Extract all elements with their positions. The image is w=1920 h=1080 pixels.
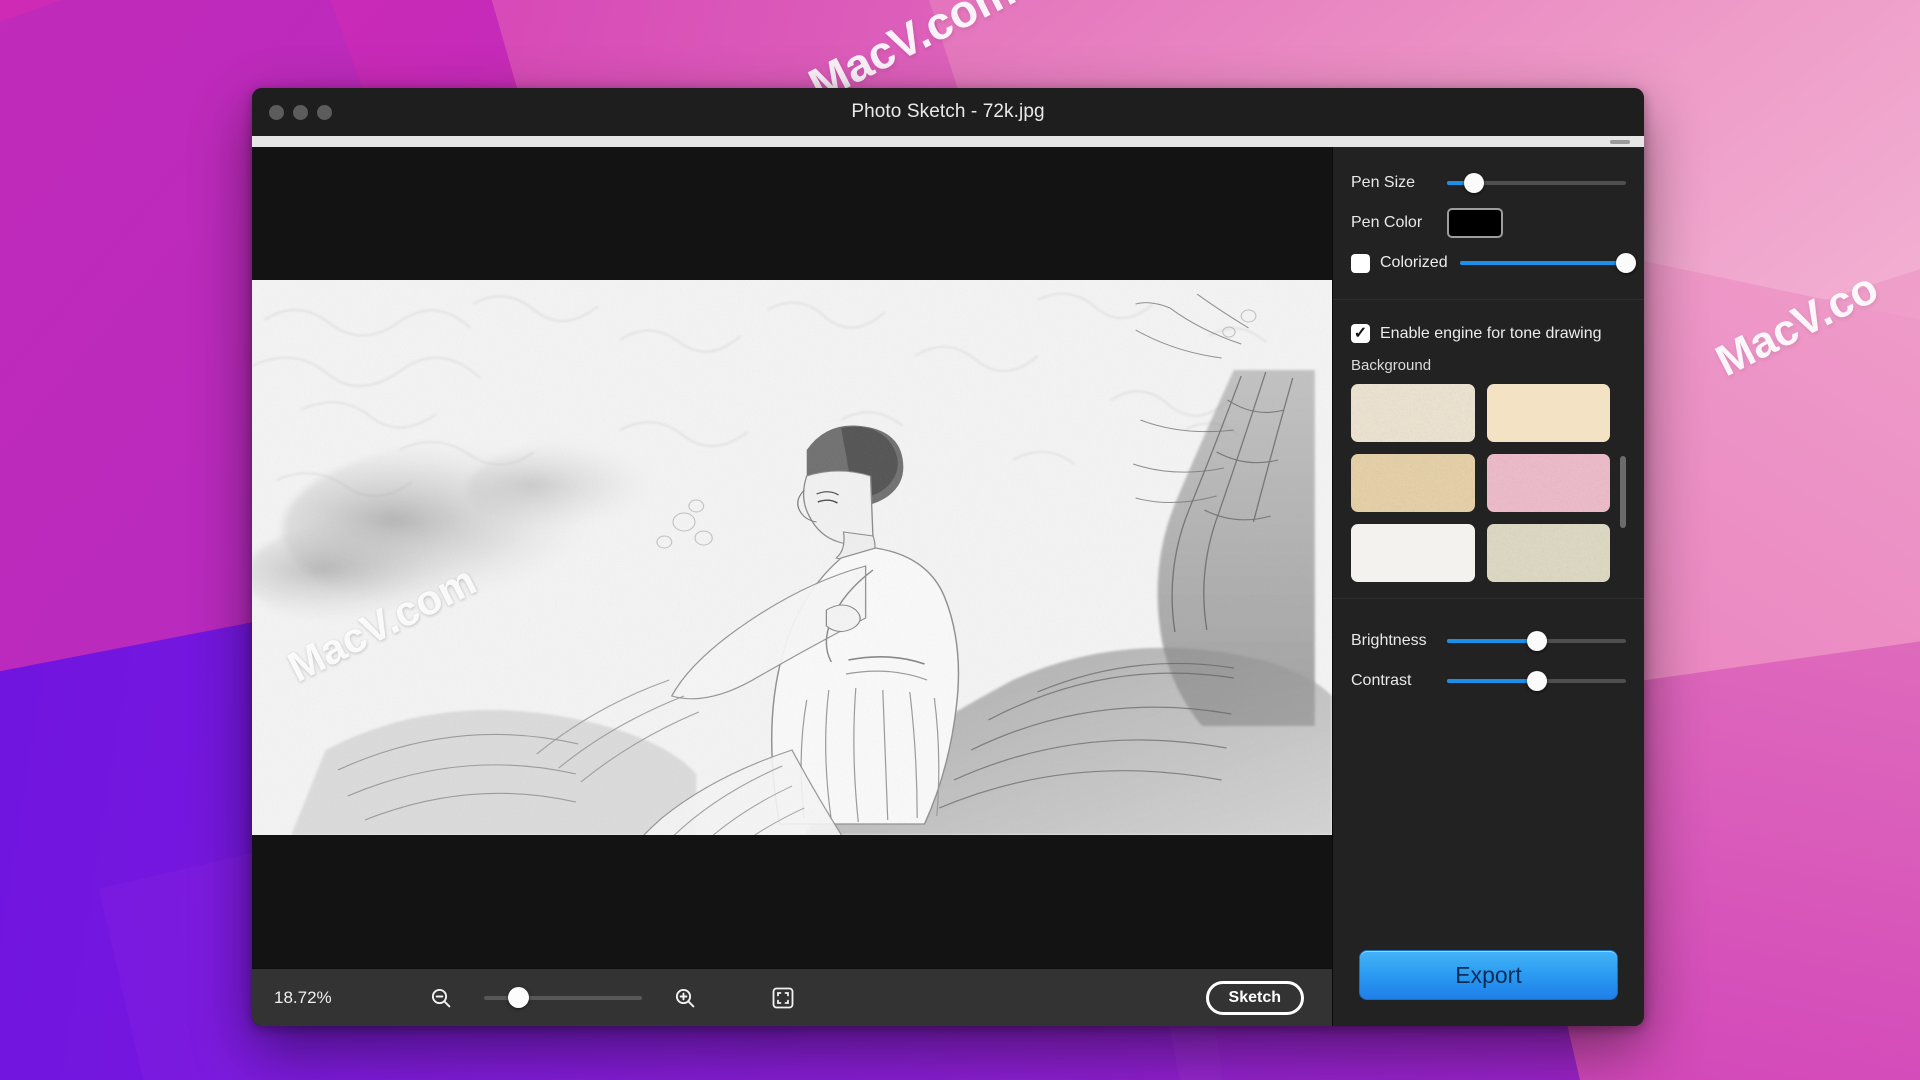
texture-overlay — [1486, 454, 1610, 512]
tone-background-section: ✓ Enable engine for tone drawing Backgro… — [1333, 300, 1644, 598]
canvas-area[interactable] — [252, 147, 1332, 968]
brightness-slider[interactable] — [1447, 630, 1626, 652]
zoom-slider[interactable] — [484, 987, 642, 1009]
brightness-row: Brightness — [1351, 621, 1626, 661]
pen-controls-section: Pen Size Pen Color ✓ — [1333, 147, 1644, 299]
colorized-checkbox[interactable]: ✓ — [1351, 253, 1370, 273]
sketch-toggle-button[interactable]: Sketch — [1205, 980, 1304, 1015]
background-swatch-paper-sage-grain[interactable] — [1486, 524, 1610, 582]
texture-overlay — [1351, 384, 1475, 442]
check-icon: ✓ — [1353, 324, 1368, 342]
tone-engine-row: ✓ Enable engine for tone drawing — [1351, 324, 1626, 343]
tone-engine-label: Enable engine for tone drawing — [1380, 324, 1602, 342]
pen-size-row: Pen Size — [1351, 163, 1626, 203]
adjustments-section: Brightness Contrast — [1333, 599, 1644, 717]
close-button[interactable] — [269, 104, 284, 120]
zoom-out-icon[interactable] — [426, 983, 456, 1013]
brightness-fill — [1447, 639, 1537, 643]
sketch-illustration — [252, 280, 1332, 835]
contrast-slider[interactable] — [1447, 670, 1626, 692]
title-bar: Photo Sketch - 72k.jpg — [252, 88, 1644, 136]
contrast-label: Contrast — [1351, 672, 1412, 689]
traffic-light-group — [252, 104, 332, 120]
minimize-button[interactable] — [293, 104, 308, 120]
export-section: Export — [1333, 926, 1644, 1026]
colorized-slider[interactable] — [1459, 252, 1636, 274]
background-swatch-paper-ivory-smooth[interactable] — [1486, 384, 1610, 442]
zoom-slider-knob[interactable] — [508, 987, 530, 1008]
toolbar-strip — [252, 136, 1644, 147]
background-scrollbar-thumb[interactable] — [1620, 456, 1626, 528]
zoom-in-icon[interactable] — [670, 983, 700, 1013]
contrast-row: Contrast — [1351, 661, 1626, 701]
export-button[interactable]: Export — [1359, 950, 1618, 1000]
zoom-level-label: 18.72% — [274, 987, 332, 1007]
colorized-label: Colorized — [1380, 254, 1448, 271]
pen-color-swatch[interactable] — [1447, 208, 1503, 238]
pen-color-row: Pen Color — [1351, 203, 1626, 243]
background-swatch-paper-rose-grain[interactable] — [1486, 454, 1610, 512]
colorized-row: ✓ Colorized — [1351, 243, 1636, 283]
texture-overlay — [1351, 454, 1475, 512]
background-grid-wrapper — [1351, 384, 1626, 582]
pen-size-label: Pen Size — [1351, 174, 1416, 191]
background-swatch-paper-white-plain[interactable] — [1351, 524, 1475, 582]
background-swatch-grid — [1351, 384, 1620, 582]
pen-color-label: Pen Color — [1351, 214, 1423, 231]
fit-to-screen-icon[interactable] — [768, 983, 798, 1013]
strip-grip-icon — [1610, 139, 1630, 144]
background-heading: Background — [1351, 357, 1432, 374]
bottom-toolbar: 18.72% Sketch — [252, 968, 1332, 1026]
sketch-artwork — [252, 280, 1332, 835]
tone-engine-checkbox[interactable]: ✓ — [1351, 324, 1370, 343]
canvas-column: 18.72% Sketch — [252, 147, 1332, 1026]
background-swatch-paper-cream-textured[interactable] — [1351, 384, 1475, 442]
pen-size-knob[interactable] — [1463, 173, 1484, 193]
contrast-knob[interactable] — [1526, 671, 1547, 691]
colorized-fill — [1459, 261, 1626, 265]
pen-size-slider[interactable] — [1447, 172, 1626, 194]
desktop-wallpaper: MacV.com MacV.co Photo Sketch - 72k.jpg — [0, 0, 1920, 1080]
right-panel: Pen Size Pen Color ✓ — [1332, 147, 1644, 1026]
window-title: Photo Sketch - 72k.jpg — [851, 101, 1045, 122]
window-body: 18.72% Sketch Pen Size Pen Color Coloriz… — [252, 147, 1644, 1026]
contrast-fill — [1447, 679, 1537, 683]
brightness-label: Brightness — [1351, 632, 1427, 649]
maximize-button[interactable] — [317, 104, 332, 120]
brightness-knob[interactable] — [1526, 631, 1547, 651]
background-swatch-paper-kraft-grain[interactable] — [1351, 454, 1475, 512]
colorized-knob[interactable] — [1616, 253, 1636, 273]
texture-overlay — [1486, 524, 1610, 582]
app-window: Photo Sketch - 72k.jpg 18.72% Sketch Pen… — [252, 88, 1644, 1026]
background-scrollbar[interactable] — [1620, 456, 1626, 582]
